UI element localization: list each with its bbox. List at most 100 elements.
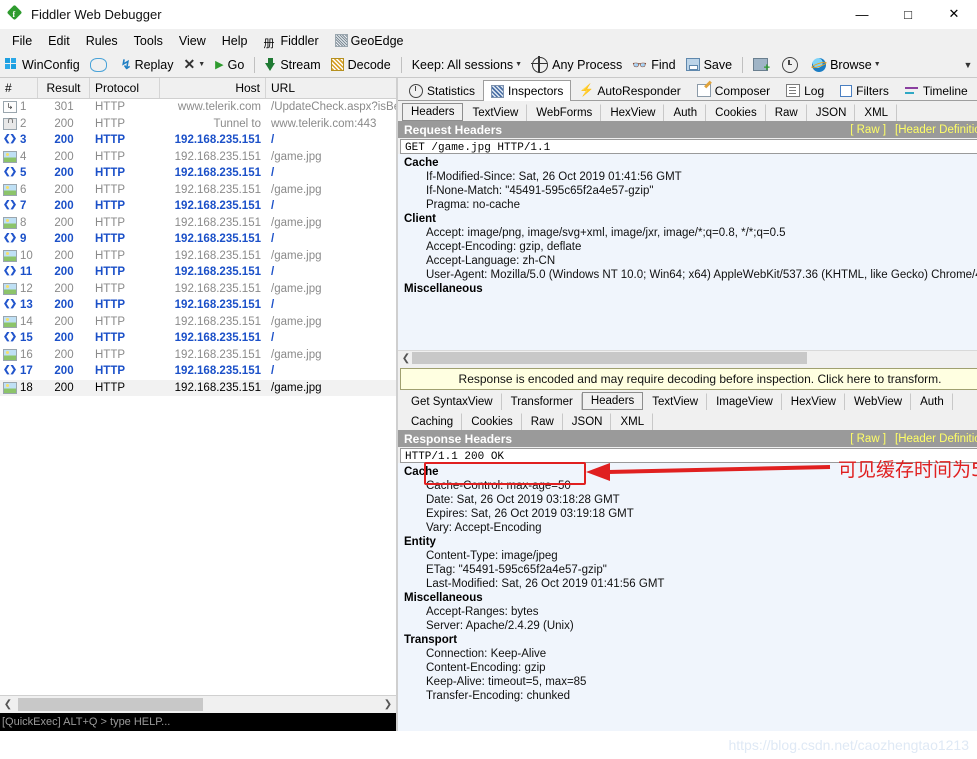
find-button[interactable]: 👓 Find (627, 57, 680, 73)
response-header-line[interactable]: Server: Apache/2.4.29 (Unix) (398, 619, 977, 633)
response-header-line[interactable]: Keep-Alive: timeout=5, max=85 (398, 675, 977, 689)
request-header-definitions-link[interactable]: [Header Definitions] (895, 124, 977, 136)
comment-button[interactable] (85, 57, 116, 73)
go-button[interactable]: ▶ Go (210, 57, 249, 73)
menu-fiddler[interactable]: 册 Fiddler (255, 31, 326, 51)
table-row[interactable]: 6 200 HTTP 192.168.235.151/game.jpg (0, 182, 396, 199)
response-tab-cookies[interactable]: Cookies (462, 413, 522, 430)
request-tab-auth[interactable]: Auth (664, 104, 707, 121)
request-tab-textview[interactable]: TextView (463, 104, 528, 121)
response-headers-body[interactable]: Cache Cache-Control: max-age=50 Date: Sat,… (398, 463, 977, 731)
tab-inspectors[interactable]: Inspectors (483, 80, 572, 101)
menu-view[interactable]: View (171, 31, 214, 51)
table-row[interactable]: 10 200 HTTP 192.168.235.151/game.jpg (0, 248, 396, 265)
browse-button[interactable]: Browse ▼ (807, 57, 886, 73)
table-row[interactable]: 14 200 HTTP 192.168.235.151/game.jpg (0, 314, 396, 331)
close-button[interactable]: ✕ (931, 0, 977, 28)
response-tab-raw[interactable]: Raw (522, 413, 563, 430)
response-tab-headers[interactable]: Headers (581, 392, 644, 410)
table-row[interactable]: 16 200 HTTP 192.168.235.151/game.jpg (0, 347, 396, 364)
remove-button[interactable]: ✕ ▼ (179, 55, 211, 74)
response-header-line[interactable]: Expires: Sat, 26 Oct 2019 03:19:18 GMT (398, 507, 977, 521)
response-header-line[interactable]: Last-Modified: Sat, 26 Oct 2019 01:41:56… (398, 577, 977, 591)
column-header-result[interactable]: Result (38, 78, 90, 98)
tab-autoresponder[interactable]: ⚡ AutoResponder (571, 80, 689, 100)
request-raw-link[interactable]: [ Raw ] (850, 124, 886, 136)
menu-edit[interactable]: Edit (40, 31, 78, 51)
replay-button[interactable]: ↯ Replay (116, 56, 179, 74)
table-row[interactable]: 12 200 HTTP 192.168.235.151/game.jpg (0, 281, 396, 298)
response-header-line[interactable]: Cache-Control: max-age=50 (398, 479, 977, 493)
response-header-line[interactable]: Content-Encoding: gzip (398, 661, 977, 675)
request-header-line[interactable]: Accept: image/png, image/svg+xml, image/… (398, 226, 977, 240)
response-header-line[interactable]: Date: Sat, 26 Oct 2019 03:18:28 GMT (398, 493, 977, 507)
response-raw-link[interactable]: [ Raw ] (850, 433, 886, 445)
column-header-num[interactable]: # (0, 78, 38, 98)
request-headers-body[interactable]: Cache If-Modified-Since: Sat, 26 Oct 2019… (398, 154, 977, 350)
timer-button[interactable] (777, 56, 807, 74)
table-row[interactable]: 2 200 HTTP Tunnel to www.telerik.com:443 (0, 116, 396, 133)
table-row[interactable]: 9 200 HTTP 192.168.235.151 / (0, 231, 396, 248)
menu-rules[interactable]: Rules (78, 31, 126, 51)
table-row[interactable]: 15 200 HTTP 192.168.235.151 / (0, 330, 396, 347)
tab-statistics[interactable]: Statistics (401, 80, 484, 100)
table-row[interactable]: 3 200 HTTP 192.168.235.151 / (0, 132, 396, 149)
maximize-button[interactable]: □ (885, 0, 931, 28)
response-header-line[interactable]: Transfer-Encoding: chunked (398, 689, 977, 703)
screenshot-button[interactable] (748, 57, 777, 74)
response-header-definitions-link[interactable]: [Header Definitions] (895, 433, 977, 445)
response-tab-get-syntaxview[interactable]: Get SyntaxView (402, 393, 502, 410)
request-tab-xml[interactable]: XML (855, 104, 898, 121)
tab-log[interactable]: Log (778, 80, 833, 100)
winconfig-button[interactable]: WinConfig (0, 57, 85, 73)
request-tab-raw[interactable]: Raw (766, 104, 807, 121)
stream-button[interactable]: Stream (260, 57, 325, 73)
request-hscrollbar[interactable]: ❮ ❯ (398, 350, 977, 366)
request-hscroll-thumb[interactable] (412, 352, 807, 364)
response-tab-imageview[interactable]: ImageView (707, 393, 782, 410)
response-tab-webview[interactable]: WebView (845, 393, 912, 410)
table-row[interactable]: 17 200 HTTP 192.168.235.151 / (0, 363, 396, 380)
table-row[interactable]: 13 200 HTTP 192.168.235.151 / (0, 297, 396, 314)
response-header-line[interactable]: Vary: Accept-Encoding (398, 521, 977, 535)
column-header-protocol[interactable]: Protocol (90, 78, 160, 98)
request-header-line[interactable]: Accept-Language: zh-CN (398, 254, 977, 268)
table-row[interactable]: 4 200 HTTP 192.168.235.151/game.jpg (0, 149, 396, 166)
response-tab-hexview[interactable]: HexView (782, 393, 845, 410)
toolbar-overflow-button[interactable]: ▼ (959, 52, 977, 77)
response-header-line[interactable]: ETag: "45491-595c65f2a4e57-gzip" (398, 563, 977, 577)
menu-tools[interactable]: Tools (126, 31, 171, 51)
keep-sessions-dropdown[interactable]: Keep: All sessions ▼ (407, 57, 527, 73)
sessions-hscrollbar[interactable]: ❮ ❯ (0, 695, 396, 713)
quickexec-input[interactable]: [QuickExec] ALT+Q > type HELP... (0, 713, 396, 731)
sessions-list[interactable]: ↳ 1 301 HTTP www.telerik.com/UpdateCheck.asp… (0, 99, 396, 695)
response-tab-textview[interactable]: TextView (643, 393, 708, 410)
hscroll-thumb[interactable] (18, 698, 203, 711)
table-row[interactable]: 18 200 HTTP 192.168.235.151/game.jpg (0, 379, 396, 396)
request-header-line[interactable]: If-Modified-Since: Sat, 26 Oct 2019 01:4… (398, 170, 977, 184)
response-header-line[interactable]: Connection: Keep-Alive (398, 647, 977, 661)
tab-filters[interactable]: Filters (832, 80, 897, 100)
minimize-button[interactable]: — (839, 0, 885, 28)
decode-button[interactable]: Decode (326, 57, 396, 73)
response-tab-xml[interactable]: XML (611, 413, 654, 430)
table-row[interactable]: 5 200 HTTP 192.168.235.151 / (0, 165, 396, 182)
request-header-line[interactable]: If-None-Match: "45491-595c65f2a4e57-gzip… (398, 184, 977, 198)
any-process-button[interactable]: Any Process (527, 55, 627, 74)
request-tab-webforms[interactable]: WebForms (527, 104, 602, 121)
request-tab-json[interactable]: JSON (807, 104, 856, 121)
response-header-line[interactable]: Content-Type: image/jpeg (398, 549, 977, 563)
request-header-line[interactable]: Pragma: no-cache (398, 198, 977, 212)
menu-file[interactable]: File (4, 31, 40, 51)
response-header-line[interactable]: Accept-Ranges: bytes (398, 605, 977, 619)
table-row[interactable]: 7 200 HTTP 192.168.235.151 / (0, 198, 396, 215)
table-row[interactable]: 8 200 HTTP 192.168.235.151/game.jpg (0, 215, 396, 232)
scroll-right-icon[interactable]: ❯ (380, 699, 396, 710)
request-tab-cookies[interactable]: Cookies (706, 104, 766, 121)
response-tab-json[interactable]: JSON (563, 413, 612, 430)
request-tab-hexview[interactable]: HexView (601, 104, 665, 121)
tab-composer[interactable]: Composer (688, 80, 779, 100)
column-header-host[interactable]: Host (160, 78, 266, 98)
save-button[interactable]: Save (681, 57, 738, 73)
table-row[interactable]: ↳ 1 301 HTTP www.telerik.com/UpdateCheck.asp… (0, 99, 396, 116)
